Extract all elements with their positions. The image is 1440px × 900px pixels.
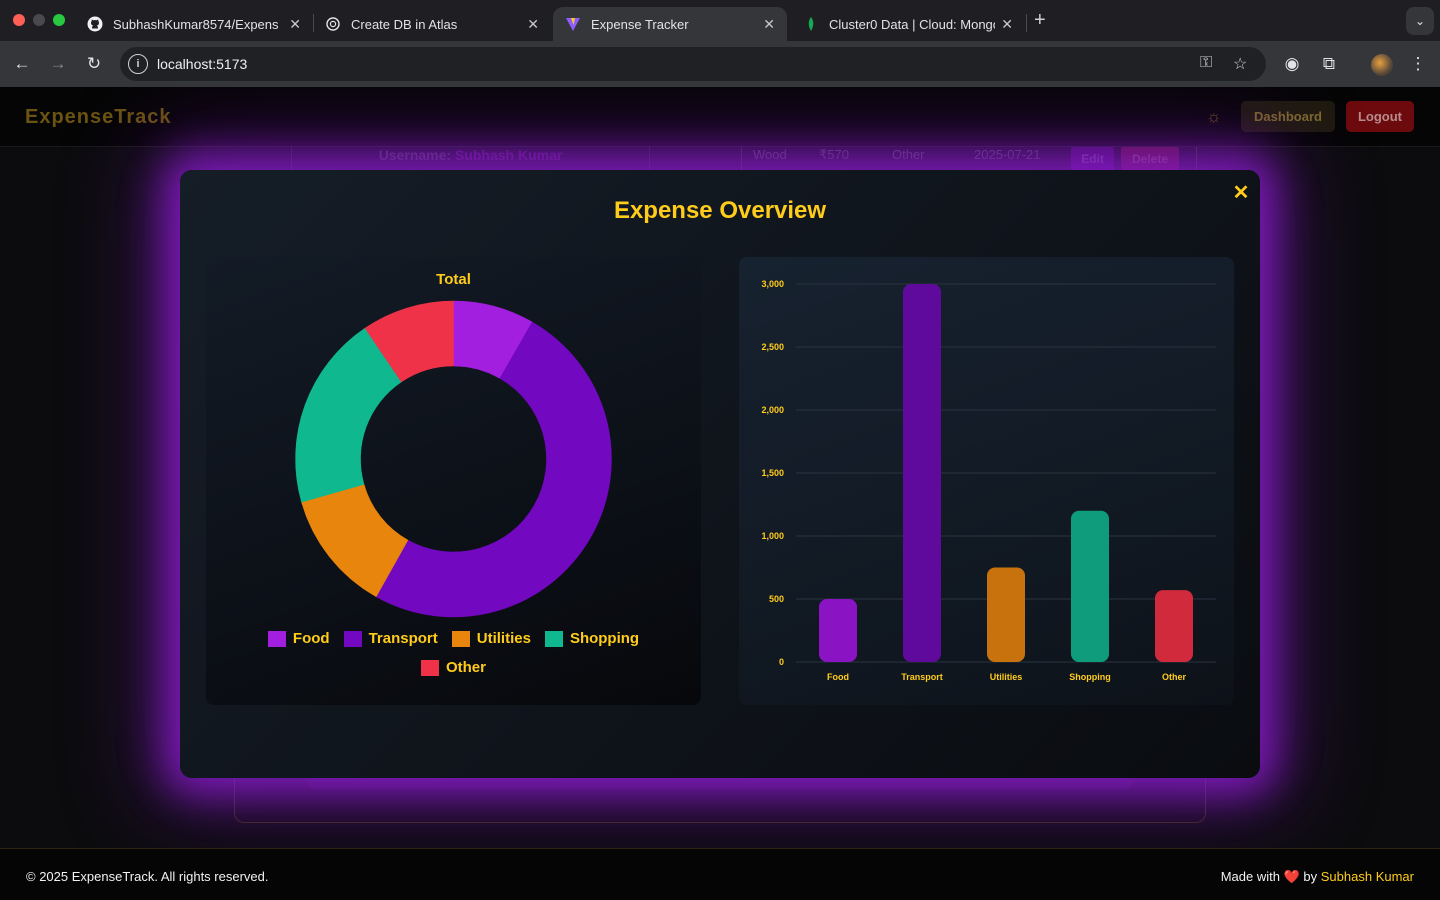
legend-label: Transport	[368, 630, 438, 647]
close-tab-icon[interactable]: ✕	[763, 16, 775, 33]
legend-label: Food	[292, 630, 330, 647]
legend-swatch	[420, 659, 439, 676]
made-with-text: Made with ❤️ by Subhash Kumar	[1221, 869, 1414, 885]
y-tick-label: 1,500	[761, 468, 784, 478]
close-tab-icon[interactable]: ✕	[527, 16, 539, 33]
legend-item-utilities[interactable]: Utilities	[451, 630, 531, 647]
bar-chart: 0 500 1,000 1,500 2,000 2,500 3,000 Food Transpo…	[761, 279, 1216, 682]
app-header: ExpenseTrack ☼ Dashboard Logout	[0, 87, 1440, 147]
y-tick-label: 0	[779, 657, 784, 667]
github-icon	[87, 16, 103, 32]
theme-toggle-sun-icon[interactable]: ☼	[1206, 107, 1222, 127]
tab-title: Expense Tracker	[591, 16, 689, 32]
back-arrow-icon[interactable]: ←	[11, 53, 33, 75]
legend-swatch	[343, 630, 362, 647]
expense-amount: ₹570	[819, 147, 849, 162]
site-info-icon[interactable]: i	[128, 54, 148, 74]
legend-item-transport[interactable]: Transport	[343, 630, 438, 647]
x-tick-label: Transport	[901, 672, 943, 682]
address-bar[interactable]: i localhost:5173 ⚿ ☆	[120, 47, 1266, 81]
legend-row: Other	[206, 659, 701, 676]
new-tab-button[interactable]: +	[1034, 9, 1046, 32]
avatar[interactable]	[1371, 54, 1393, 76]
modal-title: Expense Overview	[613, 197, 827, 224]
legend-item-shopping[interactable]: Shopping	[544, 630, 640, 647]
password-key-icon[interactable]: ⚿	[1200, 54, 1212, 72]
tab-search-chevron-icon[interactable]: ⌄	[1406, 7, 1434, 35]
dashboard-button[interactable]: Dashboard	[1241, 101, 1335, 132]
copyright-text: © 2025 ExpenseTrack. All rights reserved…	[26, 869, 269, 884]
made-with-label: Made with	[1220, 869, 1280, 884]
donut-chart-panel: Total Food Transport Utilities Shopping Othe…	[206, 257, 701, 705]
bar-food[interactable]	[819, 599, 857, 662]
legend-item-other[interactable]: Other	[420, 659, 486, 676]
bar-chart-panel: 0 500 1,000 1,500 2,000 2,500 3,000 Food Transpo…	[739, 257, 1234, 705]
delete-button[interactable]: Delete	[1121, 147, 1179, 170]
tab-separator	[1026, 14, 1027, 32]
browser-toolbar: ← → ↻ i localhost:5173 ⚿ ☆ ◉ ⧉ ⋮	[0, 41, 1440, 87]
y-tick-label: 2,000	[761, 405, 784, 415]
browser-tab-expense-tracker[interactable]: Expense Tracker ✕	[553, 7, 787, 41]
bar-utilities[interactable]	[987, 567, 1025, 663]
heart-icon: ❤️	[1283, 869, 1300, 884]
legend-label: Shopping	[569, 630, 640, 647]
bar-shopping[interactable]	[1071, 510, 1109, 662]
bookmark-star-icon[interactable]: ☆	[1233, 54, 1247, 74]
browser-tab-github[interactable]: SubhashKumar8574/Expense ✕	[75, 7, 313, 41]
y-tick-label: 500	[769, 594, 784, 604]
legend-label: Other	[445, 659, 486, 676]
browser-tab-mongodb[interactable]: Cluster0 Data | Cloud: Mongo ✕	[791, 7, 1025, 41]
legend-item-food[interactable]: Food	[267, 630, 330, 647]
expense-overview-modal: ✕ Expense Overview Total Food Transport Ut…	[180, 170, 1260, 778]
minimize-window-button[interactable]	[33, 14, 45, 26]
x-tick-label: Food	[827, 672, 849, 682]
close-window-button[interactable]	[13, 14, 25, 26]
y-tick-label: 1,000	[761, 531, 784, 541]
browser-tab-strip: SubhashKumar8574/Expense ✕ Create DB in …	[0, 0, 1440, 41]
reload-icon[interactable]: ↻	[83, 53, 105, 75]
expense-date: 2025-07-21	[974, 147, 1041, 162]
expense-category: Other	[892, 147, 925, 162]
extension-record-icon[interactable]: ◉	[1281, 53, 1303, 75]
y-tick-label: 3,000	[761, 279, 784, 289]
legend-swatch	[544, 630, 563, 647]
x-tick-label: Other	[1162, 672, 1187, 682]
vite-icon	[565, 16, 581, 32]
app-logo[interactable]: ExpenseTrack	[25, 106, 172, 129]
expense-title: Wood	[753, 147, 787, 162]
bar-transport[interactable]	[903, 284, 941, 662]
forward-arrow-icon[interactable]: →	[47, 53, 69, 75]
bar-other[interactable]	[1155, 590, 1193, 662]
app-footer: © 2025 ExpenseTrack. All rights reserved…	[0, 848, 1440, 900]
by-label: by	[1303, 869, 1318, 884]
browser-tab-atlas[interactable]: Create DB in Atlas ✕	[313, 7, 551, 41]
logout-button[interactable]: Logout	[1346, 101, 1414, 132]
y-tick-label: 2,500	[761, 342, 784, 352]
openai-icon	[325, 16, 341, 32]
edit-button[interactable]: Edit	[1071, 147, 1114, 170]
mongodb-leaf-icon	[803, 16, 819, 32]
tab-title: Cluster0 Data | Cloud: Mongo	[829, 16, 995, 32]
legend-swatch	[267, 630, 286, 647]
author-link[interactable]: Subhash Kumar	[1321, 869, 1414, 884]
donut-legend: Food Transport Utilities Shopping Other	[206, 630, 701, 688]
legend-row: Food Transport Utilities Shopping	[206, 630, 701, 647]
extensions-puzzle-icon[interactable]: ⧉	[1318, 53, 1340, 75]
tab-title: Create DB in Atlas	[351, 16, 458, 32]
username-value: Subhash Kumar	[454, 147, 563, 163]
browser-menu-icon[interactable]: ⋮	[1407, 53, 1429, 75]
page: ExpenseTrack ☼ Dashboard Logout Username…	[0, 87, 1440, 900]
tab-title: SubhashKumar8574/Expense	[113, 16, 279, 32]
close-tab-icon[interactable]: ✕	[1001, 16, 1013, 33]
legend-swatch	[451, 630, 470, 647]
url-text[interactable]: localhost:5173	[157, 56, 247, 72]
maximize-window-button[interactable]	[53, 14, 65, 26]
username-label: Username:	[378, 147, 452, 163]
close-tab-icon[interactable]: ✕	[289, 16, 301, 33]
legend-label: Utilities	[476, 630, 531, 647]
x-tick-label: Shopping	[1069, 672, 1111, 682]
x-tick-label: Utilities	[990, 672, 1023, 682]
